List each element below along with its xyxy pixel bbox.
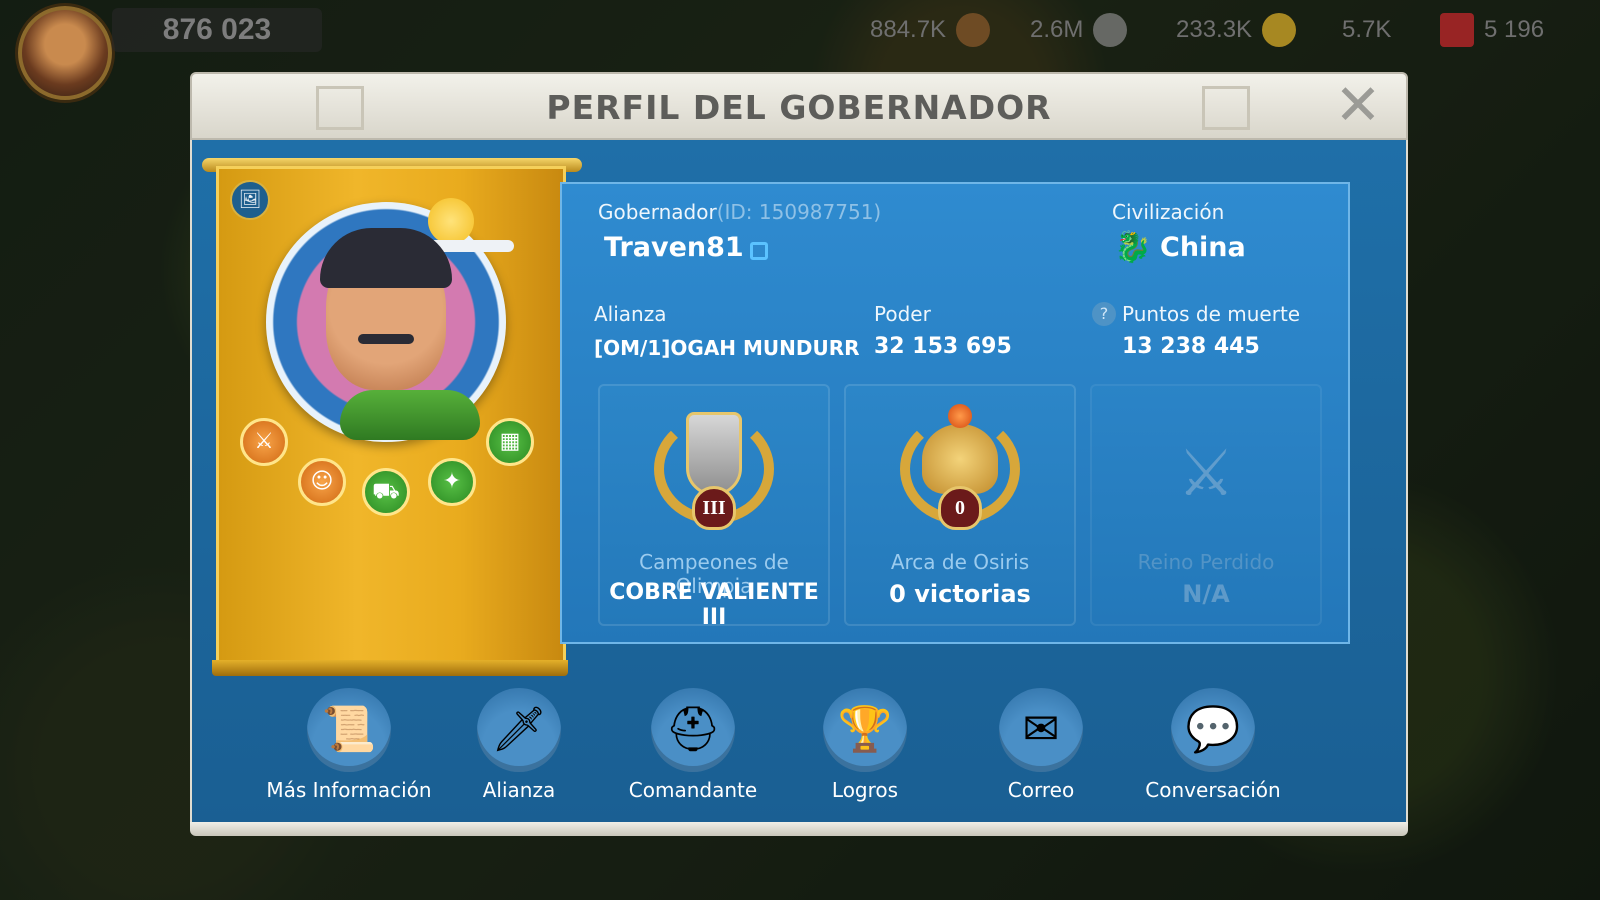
sun-decoration (428, 198, 474, 244)
alliance-sword-icon: 🗡 (491, 704, 547, 755)
copy-icon[interactable] (750, 242, 768, 260)
nav-label: Correo (1007, 778, 1075, 802)
governor-profile-dialog: PERFIL DEL GOBERNADOR ✕ 🖼 ⚔ ☺ ⛟ ✦ ▦ Gobe… (190, 72, 1408, 838)
nav-label: Más Información (266, 778, 432, 802)
kill-points-label: Puntos de muerte (1122, 302, 1301, 326)
help-icon[interactable]: ? (1092, 302, 1116, 326)
nav-label: Logros (831, 778, 899, 802)
gem-decoration-icon (948, 404, 972, 428)
governor-id: (ID: 150987751) (716, 200, 882, 224)
card-value: 0 victorias (889, 580, 1031, 608)
rank-badge: III (692, 486, 736, 530)
nav-label: Comandante (628, 778, 758, 802)
nav-label: Conversación (1145, 778, 1281, 802)
dialog-title: PERFIL DEL GOBERNADOR (546, 88, 1052, 127)
nav-label: Alianza (482, 778, 556, 802)
governor-info-panel: Gobernador(ID: 150987751) Traven81 Civil… (560, 182, 1350, 644)
trophy-icon: 🏆 (837, 704, 893, 755)
wood-icon (956, 13, 991, 47)
card-osiris[interactable]: 0 Arca de Osiris 0 victorias (844, 384, 1076, 626)
alliance-value[interactable]: [OM/1]OGAH MUNDURR (594, 336, 860, 360)
chat-icon: 💬 (1185, 704, 1241, 755)
pawn-shield-icon (686, 412, 742, 496)
power-value: 32 153 695 (874, 334, 1012, 359)
stone-icon (1093, 13, 1128, 47)
gem-icon (1440, 13, 1474, 47)
victory-badge: 0 (938, 486, 982, 530)
osiris-emblem: 0 (900, 404, 1020, 534)
civilization-value: China (1160, 232, 1246, 263)
alliance-button[interactable]: 🗡 Alianza (444, 680, 594, 810)
skill-cart-icon[interactable]: ⛟ (362, 468, 410, 516)
card-label: Reino Perdido (1137, 550, 1275, 574)
skill-wall-icon[interactable]: ▦ (486, 418, 534, 466)
hud-resource-gold[interactable]: 5.7K (1342, 12, 1391, 48)
crossed-swords-icon: ⚔ (1177, 437, 1235, 511)
governor-label-row: Gobernador(ID: 150987751) (598, 200, 881, 224)
hud-power-value: 876 023 (112, 8, 322, 52)
skill-shield-icon[interactable]: ✦ (428, 458, 476, 506)
skill-mask-icon[interactable]: ☺ (298, 458, 346, 506)
image-icon: 🖼 (238, 189, 262, 210)
more-info-button[interactable]: 📜 Más Información (266, 680, 432, 810)
gold-icon (1262, 13, 1297, 47)
power-label: Poder (874, 302, 931, 326)
governor-label: Gobernador (598, 200, 717, 224)
dragon-icon: 🐉 (1114, 230, 1152, 265)
scroll-icon: 📜 (321, 704, 377, 755)
player-avatar[interactable] (18, 6, 112, 100)
portrait-collar (340, 390, 480, 440)
hud-resource-food[interactable]: 884.7K (870, 12, 991, 48)
resource-value: 5 196 (1484, 16, 1545, 43)
banner-bottom (212, 660, 568, 676)
mail-icon: ✉ (1022, 704, 1060, 755)
portrait-mustache (358, 334, 414, 344)
chat-button[interactable]: 💬 Conversación (1138, 680, 1288, 810)
card-value: N/A (1182, 580, 1230, 608)
hud-resource-stone[interactable]: 233.3K (1176, 12, 1297, 48)
skill-soldier-icon[interactable]: ⚔ (240, 418, 288, 466)
kill-points-value: 13 238 445 (1122, 334, 1260, 359)
card-lost-kingdom[interactable]: ⚔ Reino Perdido N/A (1090, 384, 1322, 626)
card-label: Arca de Osiris (890, 550, 1030, 574)
dialog-footer (190, 822, 1408, 836)
hud-resource-wood[interactable]: 2.6M (1030, 12, 1128, 48)
civilization-label: Civilización (1112, 200, 1225, 224)
lost-kingdom-emblem: ⚔ (1146, 404, 1266, 534)
resource-value: 2.6M (1030, 16, 1084, 43)
hud-resource-gems[interactable]: 5 196 (1440, 12, 1544, 48)
achievements-button[interactable]: 🏆 Logros (790, 680, 940, 810)
helmet-icon: ⛑ (665, 704, 721, 755)
card-value: COBRE VALIENTE III (609, 580, 819, 630)
mail-button[interactable]: ✉ Correo (966, 680, 1116, 810)
close-button[interactable]: ✕ (1332, 78, 1384, 134)
dialog-header: PERFIL DEL GOBERNADOR ✕ (190, 72, 1408, 140)
change-avatar-button[interactable]: 🖼 (230, 180, 270, 220)
resource-value: 5.7K (1342, 16, 1392, 43)
card-olympia[interactable]: III Campeones de Olimpia COBRE VALIENTE … (598, 384, 830, 630)
resource-value: 884.7K (870, 16, 947, 43)
governor-name: Traven81 (604, 232, 744, 263)
olympia-emblem: III (654, 404, 774, 534)
resource-value: 233.3K (1176, 16, 1253, 43)
alliance-label: Alianza (594, 302, 667, 326)
commander-button[interactable]: ⛑ Comandante (618, 680, 768, 810)
eagle-icon (922, 424, 998, 494)
